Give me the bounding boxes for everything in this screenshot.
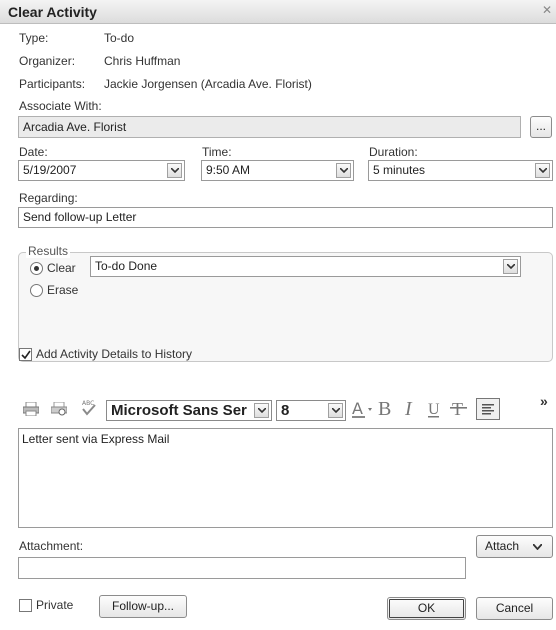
attach-button-label: Attach bbox=[485, 539, 520, 553]
underline-icon[interactable]: U bbox=[426, 398, 442, 423]
associate-browse-button[interactable]: ... bbox=[530, 116, 552, 138]
participants-value: Jackie Jorgensen (Arcadia Ave. Florist) bbox=[104, 77, 312, 91]
svg-text:A: A bbox=[352, 399, 363, 418]
italic-icon[interactable]: I bbox=[403, 397, 419, 422]
spellcheck-icon[interactable]: ABC bbox=[78, 399, 98, 417]
align-left-icon[interactable] bbox=[476, 398, 500, 420]
date-label: Date: bbox=[19, 145, 48, 159]
clear-radio-label: Clear bbox=[47, 261, 76, 275]
regarding-label: Regarding: bbox=[19, 191, 78, 205]
bold-icon[interactable]: B bbox=[377, 397, 395, 422]
svg-text:T: T bbox=[452, 399, 463, 419]
font-name-select[interactable]: Microsoft Sans Ser bbox=[106, 400, 272, 421]
erase-radio-label: Erase bbox=[47, 283, 79, 297]
attach-button[interactable]: Attach bbox=[476, 535, 553, 558]
chevron-down-icon[interactable] bbox=[535, 163, 550, 178]
type-value: To-do bbox=[104, 31, 135, 45]
cancel-button[interactable]: Cancel bbox=[476, 597, 553, 620]
print-preview-icon[interactable] bbox=[50, 401, 68, 420]
time-label: Time: bbox=[202, 145, 232, 159]
associate-label: Associate With: bbox=[19, 99, 102, 113]
organizer-label: Organizer: bbox=[19, 54, 76, 68]
attachment-field[interactable] bbox=[18, 557, 466, 579]
followup-button[interactable]: Follow-up... bbox=[99, 595, 187, 618]
window-title: Clear Activity bbox=[8, 4, 97, 20]
duration-value: 5 minutes bbox=[373, 163, 426, 177]
type-label: Type: bbox=[19, 31, 49, 45]
clear-radio[interactable] bbox=[30, 262, 43, 275]
duration-select[interactable]: 5 minutes bbox=[368, 160, 553, 181]
attachment-label: Attachment: bbox=[19, 539, 84, 553]
time-picker[interactable]: 9:50 AM bbox=[201, 160, 354, 181]
strikethrough-icon[interactable]: T bbox=[450, 398, 468, 423]
ok-button[interactable]: OK bbox=[387, 597, 466, 620]
organizer-value: Chris Huffman bbox=[104, 54, 181, 68]
participants-label: Participants: bbox=[19, 77, 86, 91]
svg-text:I: I bbox=[404, 398, 413, 419]
duration-label: Duration: bbox=[369, 145, 418, 159]
toolbar-overflow-icon[interactable]: » bbox=[540, 393, 548, 409]
details-editor[interactable]: Letter sent via Express Mail bbox=[18, 428, 553, 528]
regarding-input[interactable]: Send follow-up Letter bbox=[18, 207, 553, 228]
associate-field: Arcadia Ave. Florist bbox=[18, 116, 521, 138]
chevron-down-icon[interactable] bbox=[167, 163, 182, 178]
private-checkbox-label: Private bbox=[36, 598, 74, 612]
private-checkbox[interactable] bbox=[19, 599, 32, 612]
result-value: To-do Done bbox=[95, 259, 158, 273]
font-size-value: 8 bbox=[281, 402, 290, 419]
result-select[interactable]: To-do Done bbox=[90, 256, 521, 277]
svg-text:ABC: ABC bbox=[82, 400, 94, 407]
svg-text:U: U bbox=[428, 401, 440, 418]
date-value: 5/19/2007 bbox=[23, 163, 77, 177]
chevron-down-icon[interactable] bbox=[503, 259, 518, 274]
chevron-down-icon[interactable] bbox=[336, 163, 351, 178]
results-legend: Results bbox=[26, 244, 71, 258]
print-icon[interactable] bbox=[22, 401, 40, 420]
font-name-value: Microsoft Sans Ser bbox=[111, 402, 247, 419]
chevron-down-icon[interactable] bbox=[254, 403, 269, 418]
chevron-down-icon bbox=[533, 544, 542, 550]
font-size-select[interactable]: 8 bbox=[276, 400, 346, 421]
history-checkbox[interactable] bbox=[19, 348, 32, 361]
svg-text:B: B bbox=[378, 398, 391, 419]
date-picker[interactable]: 5/19/2007 bbox=[18, 160, 185, 181]
erase-radio[interactable] bbox=[30, 284, 43, 297]
font-color-icon[interactable]: A bbox=[351, 399, 373, 422]
close-icon[interactable]: ✕ bbox=[540, 3, 554, 18]
history-checkbox-label: Add Activity Details to History bbox=[36, 347, 193, 361]
title-bar: Clear Activity ✕ bbox=[0, 0, 556, 24]
time-value: 9:50 AM bbox=[206, 163, 251, 177]
chevron-down-icon[interactable] bbox=[328, 403, 343, 418]
